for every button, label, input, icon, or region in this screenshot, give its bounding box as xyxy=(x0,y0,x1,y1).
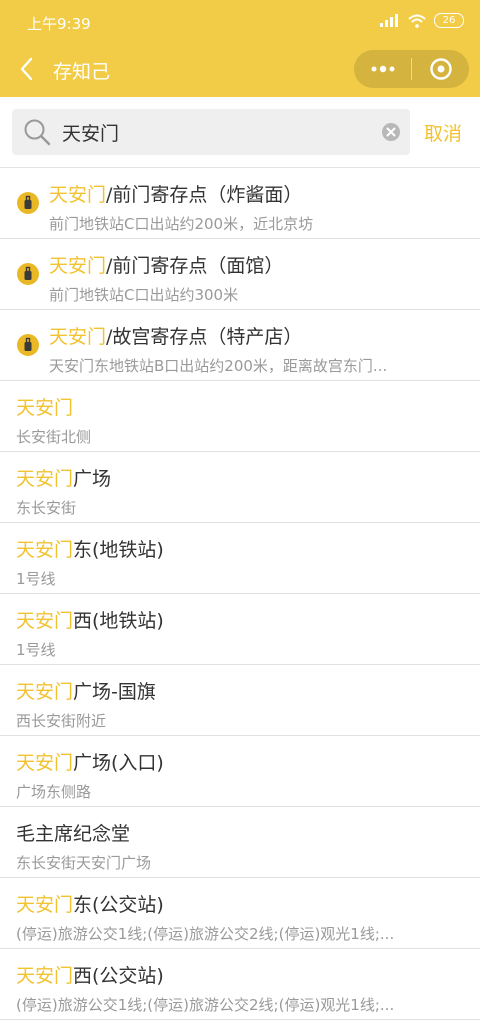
result-title-rest: /前门寄存点（炸酱面） xyxy=(106,184,303,206)
result-title: 天安门/前门寄存点（炸酱面） xyxy=(49,180,302,207)
result-title: 天安门 xyxy=(16,393,73,420)
luggage-pin-icon xyxy=(17,263,39,285)
result-subtitle: 1号线 xyxy=(16,641,56,659)
result-title-highlight: 天安门 xyxy=(16,468,74,490)
result-title-highlight: 天安门 xyxy=(16,894,74,916)
result-subtitle: 前门地铁站C口出站约200米，近北京坊 xyxy=(49,215,314,233)
more-button[interactable] xyxy=(354,50,411,88)
result-title: 天安门广场-国旗 xyxy=(16,677,156,704)
result-title-highlight: 天安门 xyxy=(16,397,74,419)
result-title-rest: 西(地铁站) xyxy=(73,610,164,632)
back-arrow-icon xyxy=(20,57,33,81)
result-title-rest: 广场(入口) xyxy=(73,752,164,774)
result-item-storage[interactable]: 天安门/前门寄存点（炸酱面） 前门地铁站C口出站约200米，近北京坊 xyxy=(0,168,480,239)
mini-program-capsule xyxy=(354,50,469,88)
result-title: 天安门广场 xyxy=(16,464,111,491)
luggage-pin-icon xyxy=(17,334,39,356)
signal-icon xyxy=(380,14,398,27)
result-title-rest: /前门寄存点（面馆） xyxy=(106,255,284,277)
result-title-highlight: 天安门 xyxy=(49,184,107,206)
back-button[interactable] xyxy=(16,56,38,82)
search-box xyxy=(12,109,410,155)
more-dots-icon xyxy=(371,65,394,73)
result-title-highlight: 天安门 xyxy=(49,255,107,277)
result-item-place[interactable]: 天安门广场-国旗 西长安街附近 xyxy=(0,665,480,736)
result-title: 天安门东(公交站) xyxy=(16,890,164,917)
results-list: 天安门/前门寄存点（炸酱面） 前门地铁站C口出站约200米，近北京坊 天安门/前… xyxy=(0,168,480,1020)
result-item-place[interactable]: 毛主席纪念堂 东长安街天安门广场 xyxy=(0,807,480,878)
result-subtitle: 天安门东地铁站B口出站约200米，距离故宫东门... xyxy=(49,357,388,375)
result-subtitle: 东长安街 xyxy=(16,499,77,517)
status-time: 上午9:39 xyxy=(27,15,91,33)
close-mini-program-button[interactable] xyxy=(412,50,469,88)
result-title-highlight: 天安门 xyxy=(49,326,107,348)
result-subtitle: 1号线 xyxy=(16,570,56,588)
search-icon xyxy=(24,119,51,146)
result-title: 天安门/故宫寄存点（特产店） xyxy=(49,322,302,349)
result-title-highlight: 天安门 xyxy=(16,539,74,561)
battery-level: 26 xyxy=(442,15,456,26)
result-subtitle: 前门地铁站C口出站约300米 xyxy=(49,286,239,304)
result-item-place[interactable]: 天安门东(公交站) (停运)旅游公交1线;(停运)旅游公交2线;(停运)观光1线… xyxy=(0,878,480,949)
result-title-rest: /故宫寄存点（特产店） xyxy=(106,326,303,348)
clear-search-button[interactable] xyxy=(382,123,400,141)
result-item-place[interactable]: 天安门西(地铁站) 1号线 xyxy=(0,594,480,665)
result-title-rest: 东(地铁站) xyxy=(73,539,164,561)
result-title-highlight: 天安门 xyxy=(16,965,74,987)
result-item-place[interactable]: 天安门广场(入口) 广场东侧路 xyxy=(0,736,480,807)
luggage-pin-icon xyxy=(17,192,39,214)
clear-icon xyxy=(386,127,396,137)
cancel-button[interactable]: 取消 xyxy=(424,119,462,146)
result-item-place[interactable]: 天安门 长安街北侧 xyxy=(0,381,480,452)
result-subtitle: 东长安街天安门广场 xyxy=(16,854,152,872)
result-title: 天安门东(地铁站) xyxy=(16,535,164,562)
result-item-place[interactable]: 天安门西(公交站) (停运)旅游公交1线;(停运)旅游公交2线;(停运)观光1线… xyxy=(0,949,480,1020)
page-title: 存知己 xyxy=(53,61,111,83)
result-title-highlight: 天安门 xyxy=(16,752,74,774)
battery-icon: 26 xyxy=(434,13,464,28)
search-input[interactable] xyxy=(62,109,372,155)
result-title-rest: 东(公交站) xyxy=(73,894,164,916)
result-item-place[interactable]: 天安门广场 东长安街 xyxy=(0,452,480,523)
result-title-highlight: 天安门 xyxy=(16,681,74,703)
result-title: 天安门广场(入口) xyxy=(16,748,164,775)
result-subtitle: (停运)旅游公交1线;(停运)旅游公交2线;(停运)观光1线;... xyxy=(16,996,395,1014)
app-header: 上午9:39 26 存知己 xyxy=(0,0,480,97)
result-subtitle: 西长安街附近 xyxy=(16,712,107,730)
result-title: 天安门/前门寄存点（面馆） xyxy=(49,251,283,278)
result-subtitle: (停运)旅游公交1线;(停运)旅游公交2线;(停运)观光1线;... xyxy=(16,925,395,943)
result-title: 天安门西(地铁站) xyxy=(16,606,164,633)
status-bar: 上午9:39 26 xyxy=(0,0,480,44)
result-title: 毛主席纪念堂 xyxy=(16,819,130,846)
result-subtitle: 长安街北侧 xyxy=(16,428,92,446)
result-title-rest: 广场 xyxy=(73,468,112,490)
result-item-storage[interactable]: 天安门/故宫寄存点（特产店） 天安门东地铁站B口出站约200米，距离故宫东门..… xyxy=(0,310,480,381)
result-title-rest: 毛主席纪念堂 xyxy=(16,823,131,845)
result-title: 天安门西(公交站) xyxy=(16,961,164,988)
result-title-rest: 西(公交站) xyxy=(73,965,164,987)
search-bar: 取消 xyxy=(0,97,480,168)
result-item-place[interactable]: 天安门东(地铁站) 1号线 xyxy=(0,523,480,594)
wifi-icon xyxy=(408,14,426,28)
result-item-storage[interactable]: 天安门/前门寄存点（面馆） 前门地铁站C口出站约300米 xyxy=(0,239,480,310)
nav-bar: 存知己 xyxy=(0,44,480,97)
result-subtitle: 广场东侧路 xyxy=(16,783,92,801)
result-title-highlight: 天安门 xyxy=(16,610,74,632)
result-title-rest: 广场-国旗 xyxy=(73,681,156,703)
target-close-icon xyxy=(429,58,452,80)
status-icons: 26 xyxy=(380,13,464,28)
